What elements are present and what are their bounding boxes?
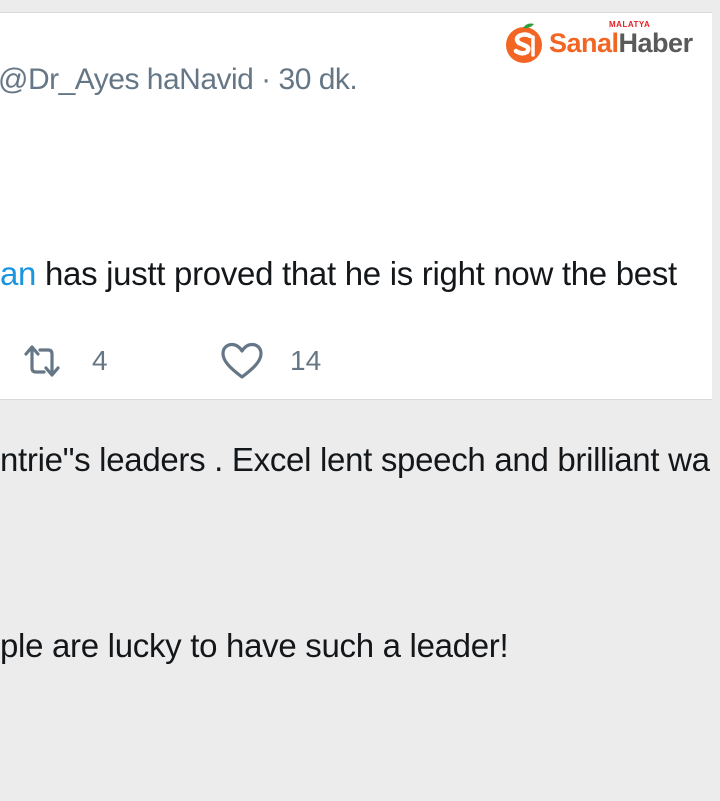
sanalhaber-logo-icon — [503, 22, 545, 64]
retweet-count: 4 — [92, 345, 108, 376]
logo-subtitle: MALATYA — [609, 19, 651, 29]
like-button[interactable]: 14 — [220, 331, 321, 391]
logo-haber-text: Haber — [618, 27, 694, 58]
mention-link[interactable]: an — [0, 255, 36, 292]
tweet-card: @Dr_Ayes haNavid · 30 dk. an has justt p… — [0, 12, 712, 664]
retweet-button[interactable]: 4 — [22, 331, 108, 391]
tweet-handle[interactable]: @Dr_Ayes haNavid · 30 dk. — [0, 63, 358, 97]
logo-wordmark: MALATYA SanalHaber — [549, 20, 694, 59]
tweet-actions: 4 14 — [20, 331, 420, 391]
tweet-text: an has justt proved that he is right now… — [0, 119, 712, 801]
sanalhaber-logo[interactable]: MALATYA SanalHaber — [503, 20, 711, 66]
tweet-text-line-3: ple are lucky to have such a leader! — [0, 627, 509, 664]
tweet-text-line-1: an has justt proved that he is right now… — [0, 243, 712, 305]
tweet-text-line-2: ntrie"s leaders . Excel lent speech and … — [0, 441, 710, 478]
heart-icon — [220, 342, 264, 380]
like-count: 14 — [290, 345, 322, 376]
logo-sanal-text: Sanal — [549, 27, 619, 58]
retweet-icon — [22, 344, 62, 378]
tweet-text-line-1-body: has justt proved that he is right now th… — [36, 255, 677, 292]
